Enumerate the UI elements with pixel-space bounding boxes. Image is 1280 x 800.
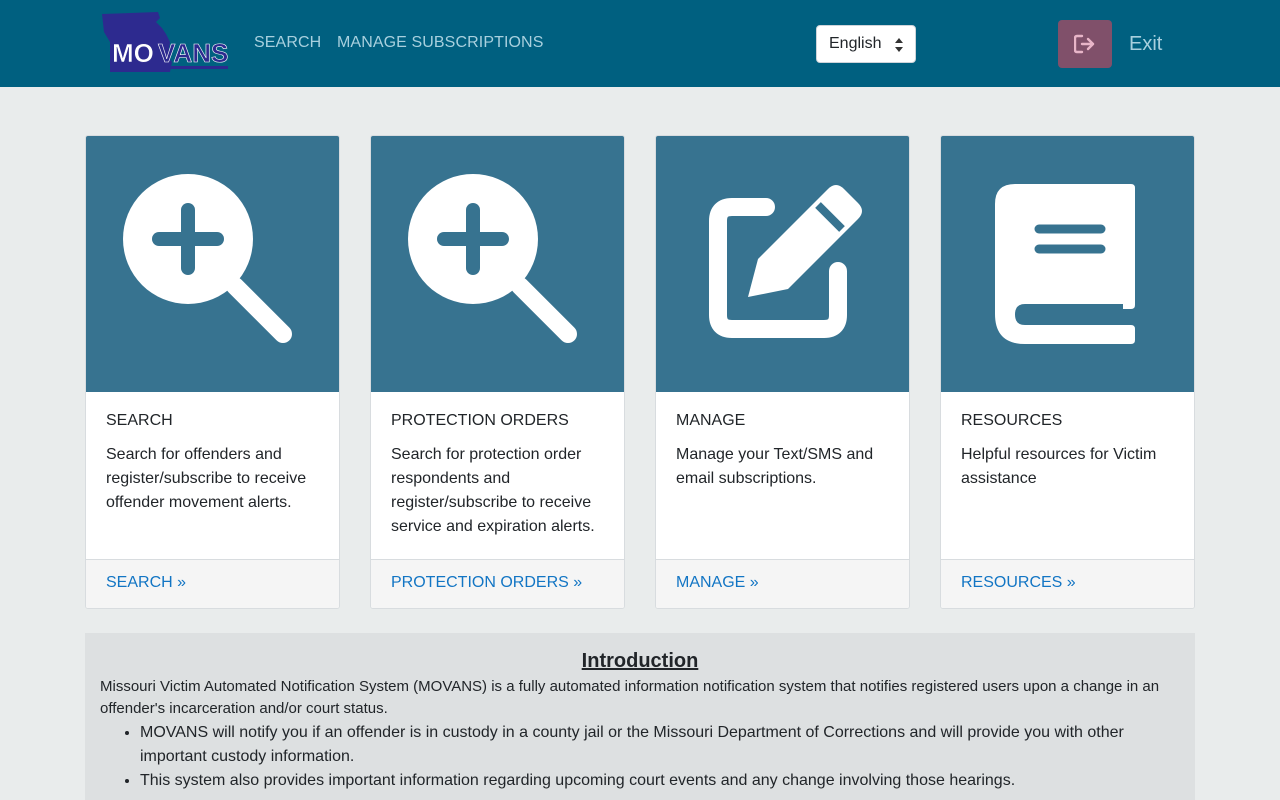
resources-link[interactable]: RESOURCES » (961, 574, 1076, 592)
card-footer: SEARCH » (86, 559, 339, 608)
card-footer: RESOURCES » (941, 559, 1194, 608)
sign-out-icon (1074, 34, 1095, 54)
card-footer: MANAGE » (656, 559, 909, 608)
card-description: Helpful resources for Victim assistance (961, 446, 1157, 487)
edit-icon (708, 185, 862, 338)
card-description: Manage your Text/SMS and email subscript… (676, 446, 874, 487)
card-title: SEARCH (106, 412, 173, 429)
svg-text:VANS: VANS (158, 38, 228, 68)
resources-card-image[interactable] (941, 136, 1194, 392)
list-item: MOVANS will notify you if an offender is… (140, 721, 1180, 769)
protection-orders-card-image[interactable] (371, 136, 624, 392)
card-description: Search for offenders and register/subscr… (106, 446, 307, 511)
list-item: This system also provides important info… (140, 769, 1180, 793)
card-description: Search for protection order respondents … (391, 446, 595, 535)
manage-card: MANAGE Manage your Text/SMS and email su… (655, 135, 910, 609)
manage-link[interactable]: MANAGE » (676, 574, 759, 592)
search-plus-icon (407, 174, 577, 343)
resources-card: RESOURCES Helpful resources for Victim a… (940, 135, 1195, 609)
nav-manage-subscriptions-link[interactable]: MANAGE SUBSCRIPTIONS (337, 34, 543, 52)
exit-label[interactable]: Exit (1129, 33, 1162, 56)
card-title: MANAGE (676, 412, 746, 429)
introduction-list: MOVANS will notify you if an offender is… (140, 721, 1180, 793)
nav-search-link[interactable]: SEARCH (254, 34, 321, 52)
introduction-section: Introduction Missouri Victim Automated N… (85, 633, 1195, 800)
card-footer: PROTECTION ORDERS » (371, 559, 624, 608)
language-selected-value: English (829, 35, 882, 52)
search-plus-icon (122, 174, 292, 343)
top-navbar: MO VANS SEARCH MANAGE SUBSCRIPTIONS Engl… (0, 0, 1280, 87)
protection-orders-link[interactable]: PROTECTION ORDERS » (391, 574, 582, 592)
search-card: SEARCH Search for offenders and register… (85, 135, 340, 609)
book-icon (994, 184, 1135, 344)
card-title: PROTECTION ORDERS (391, 412, 569, 429)
exit-button[interactable] (1058, 20, 1112, 68)
language-select[interactable]: English (816, 25, 916, 63)
search-card-image[interactable] (86, 136, 339, 392)
introduction-heading: Introduction (581, 650, 699, 672)
svg-text:MO: MO (112, 38, 154, 68)
card-title: RESOURCES (961, 412, 1063, 429)
select-caret-icon (895, 38, 903, 52)
search-link[interactable]: SEARCH » (106, 574, 186, 592)
movans-logo[interactable]: MO VANS (100, 12, 232, 74)
protection-orders-card: PROTECTION ORDERS Search for protection … (370, 135, 625, 609)
introduction-paragraph: Missouri Victim Automated Notification S… (100, 678, 1160, 717)
manage-card-image[interactable] (656, 136, 909, 392)
